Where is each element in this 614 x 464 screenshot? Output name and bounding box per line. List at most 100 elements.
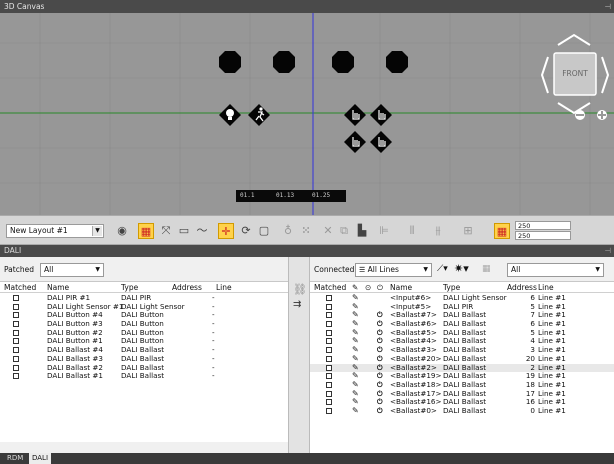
col-address[interactable]: Address: [507, 282, 537, 293]
canvas-titlebar: 3D Canvas ⊣: [0, 0, 614, 13]
grid-width-input[interactable]: 250: [515, 221, 571, 230]
col-matched[interactable]: Matched: [314, 282, 346, 293]
copy-icon[interactable]: ⧉: [336, 223, 352, 239]
target-icon[interactable]: ⊙: [365, 282, 371, 293]
link-mode-icon[interactable]: ⟋▾: [437, 264, 448, 274]
tab-dali[interactable]: DALI: [29, 453, 52, 464]
matched-checkbox[interactable]: [326, 329, 332, 338]
device-type: DALI Ballast: [121, 371, 165, 381]
chevron-down-icon: ▼: [423, 266, 428, 273]
matched-checkbox[interactable]: [326, 364, 332, 373]
table-row[interactable]: DALI Ballast #1 DALI Ballast -: [0, 371, 288, 381]
dali-panel-titlebar: DALI ⊣: [0, 245, 614, 257]
camera-icon[interactable]: ◉: [114, 223, 130, 239]
scale-icon[interactable]: ▢: [256, 223, 272, 239]
col-name[interactable]: Name: [390, 282, 412, 293]
matched-checkbox[interactable]: [326, 311, 332, 320]
matched-checkbox[interactable]: [13, 372, 19, 381]
grid-size-icon[interactable]: ▦: [494, 223, 510, 239]
device-address: 0: [530, 405, 535, 415]
axis-icon[interactable]: ⤧: [158, 223, 174, 239]
grid-height-input[interactable]: 250: [515, 231, 571, 240]
grid-select-icon[interactable]: ▦: [138, 223, 154, 239]
matched-checkbox[interactable]: [326, 294, 332, 303]
matched-checkbox[interactable]: [326, 407, 332, 416]
align-left-icon[interactable]: ⊫: [376, 223, 392, 239]
lines-select-value: All Lines: [367, 265, 399, 274]
timeline-label: 01.1: [240, 192, 255, 199]
align-right-icon[interactable]: ⫵: [430, 223, 446, 239]
pin-icon[interactable]: ⊣: [604, 0, 611, 13]
matched-checkbox[interactable]: [13, 303, 19, 312]
link-icon[interactable]: ✎: [352, 406, 359, 416]
tab-rdm[interactable]: RDM: [4, 453, 26, 464]
grid-icon[interactable]: ▦: [482, 264, 491, 274]
col-type[interactable]: Type: [443, 282, 460, 293]
matched-checkbox[interactable]: [326, 320, 332, 329]
wrench-icon[interactable]: ✎: [352, 282, 358, 293]
col-line[interactable]: Line: [216, 282, 232, 293]
matched-checkbox[interactable]: [13, 355, 19, 364]
device-line: Line #1: [538, 405, 566, 415]
col-matched[interactable]: Matched: [4, 282, 36, 293]
col-line[interactable]: Line: [538, 282, 554, 293]
unlink-icon[interactable]: ⇉: [293, 299, 301, 310]
power-icon[interactable]: ⏻: [377, 406, 383, 416]
power-icon[interactable]: ⏻: [377, 282, 383, 293]
matched-checkbox[interactable]: [326, 372, 332, 381]
3d-canvas[interactable]: 01.1 01.13 01.25 FRONT: [0, 13, 614, 215]
type-filter-select[interactable]: All ▼: [507, 263, 604, 277]
patched-filter-value: All: [44, 265, 54, 274]
canvas-grid: [0, 13, 614, 215]
patched-label: Patched: [4, 265, 34, 274]
frame-icon[interactable]: ▭: [176, 223, 192, 239]
delete-icon[interactable]: ✕: [320, 223, 336, 239]
light-icon[interactable]: ♁: [280, 223, 296, 239]
paste-icon[interactable]: ▙: [354, 223, 370, 239]
matched-checkbox[interactable]: [326, 381, 332, 390]
move-icon[interactable]: ✛: [218, 223, 234, 239]
align-center-icon[interactable]: ⫴: [404, 223, 420, 239]
table-row[interactable]: ✎ ⏻ <Ballast#0> DALI Ballast 0 Line #1: [310, 405, 614, 416]
col-type[interactable]: Type: [121, 282, 138, 293]
matched-checkbox[interactable]: [13, 311, 19, 320]
matched-checkbox[interactable]: [13, 320, 19, 329]
patched-filter-select[interactable]: All ▼: [40, 263, 104, 277]
fixture-octagon: [386, 51, 408, 73]
col-name[interactable]: Name: [47, 282, 69, 293]
matched-checkbox[interactable]: [326, 337, 332, 346]
matched-checkbox[interactable]: [13, 346, 19, 355]
panel-splitter[interactable]: [0, 442, 288, 453]
pin-icon[interactable]: ⊣: [604, 245, 611, 257]
button-hand-icon: [370, 104, 392, 126]
matched-checkbox[interactable]: [13, 294, 19, 303]
bottom-tabbar: RDM DALI: [0, 453, 614, 464]
chevron-down-icon: ▼: [92, 226, 102, 236]
matched-checkbox[interactable]: [326, 303, 332, 312]
identify-icon[interactable]: ✷▾: [454, 262, 469, 275]
col-address[interactable]: Address: [172, 282, 202, 293]
matched-checkbox[interactable]: [13, 364, 19, 373]
rotate-icon[interactable]: ⟳: [238, 223, 254, 239]
sensor-light-icon: [219, 104, 241, 126]
matched-checkbox[interactable]: [326, 355, 332, 364]
view-cube[interactable]: FRONT: [540, 31, 612, 127]
patched-table-header: Matched Name Type Address Line: [0, 282, 288, 293]
distribute-icon[interactable]: ⊞: [460, 223, 476, 239]
patch-icon[interactable]: ⁙: [298, 223, 314, 239]
matched-checkbox[interactable]: [13, 329, 19, 338]
connected-filterbar: Connected ☰ All Lines ▼ ⟋▾ ✷▾ ▦ All ▼: [310, 257, 614, 282]
timeline-label: 01.13: [276, 192, 295, 199]
matched-checkbox[interactable]: [13, 337, 19, 346]
matched-checkbox[interactable]: [326, 390, 332, 399]
fixture-octagon: [219, 51, 241, 73]
matched-checkbox[interactable]: [326, 346, 332, 355]
button-devices: [344, 104, 392, 153]
layout-select[interactable]: New Layout #1 ▼: [6, 224, 104, 238]
curve-icon[interactable]: 〜: [194, 223, 210, 239]
lines-select[interactable]: ☰ All Lines ▼: [355, 263, 432, 277]
matched-checkbox[interactable]: [326, 398, 332, 407]
connected-table-body: ✎ <Input#6> DALI Light Sensor 6 Line #1 ✎ <Inp…: [310, 293, 614, 416]
sensor-pir-icon: [248, 104, 270, 126]
link-icon[interactable]: ⛓: [293, 283, 307, 296]
